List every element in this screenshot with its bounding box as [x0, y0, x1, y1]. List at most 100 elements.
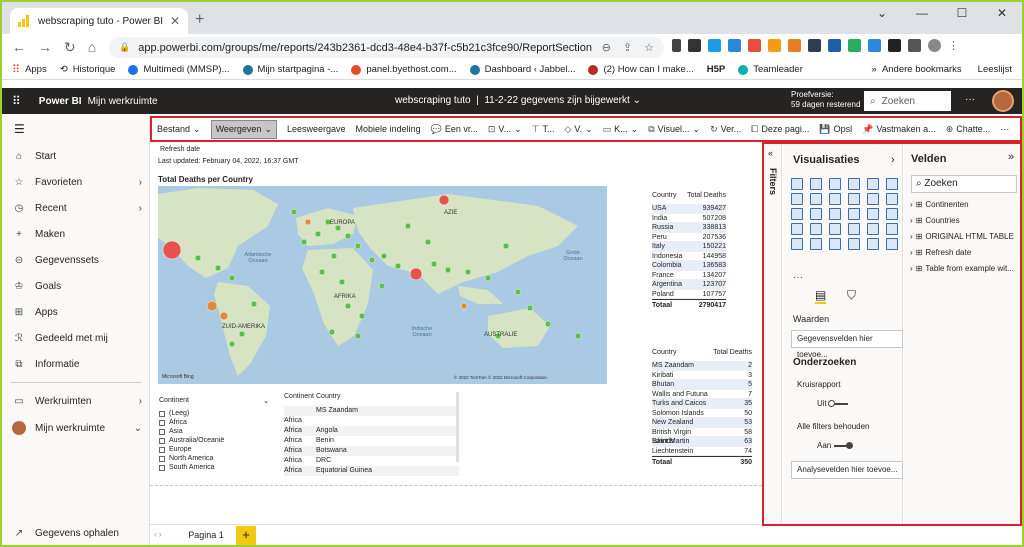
format-paintbrush-icon[interactable]: ⛉	[847, 288, 856, 303]
ext-icon[interactable]	[728, 39, 741, 52]
nav-item-maken[interactable]: + Maken	[12, 229, 142, 240]
table-row[interactable]: Saint Martin 63	[652, 437, 752, 447]
new-tab-icon[interactable]: +	[195, 11, 204, 29]
map-bubble[interactable]	[378, 282, 386, 290]
map-bubble[interactable]	[304, 218, 312, 226]
table-row[interactable]: Africa Angola	[284, 426, 459, 436]
map-bubble[interactable]	[338, 278, 346, 286]
checkbox[interactable]	[159, 419, 165, 426]
collapse-icon[interactable]: «	[768, 148, 773, 158]
more-visuals-icon[interactable]: ···	[793, 272, 803, 283]
map-bubble[interactable]	[300, 238, 308, 246]
table-row[interactable]: MS Zaandam 2	[652, 361, 752, 371]
map-bubble[interactable]	[162, 240, 182, 260]
visual-type-icon[interactable]	[886, 193, 898, 205]
least-deaths-table[interactable]: Country Total Deaths MS Zaandam 2 Kiribati 3…	[652, 345, 752, 468]
visual-type-icon[interactable]	[791, 223, 803, 235]
table-row[interactable]: Colombia 136583	[652, 261, 726, 271]
column-header[interactable]: Total Deaths	[712, 345, 752, 361]
map-bubble[interactable]	[214, 264, 222, 272]
visual-type-icon[interactable]	[867, 238, 879, 250]
map-bubble[interactable]	[290, 208, 298, 216]
bookmark-item[interactable]: Multimedi (MMSP)...	[128, 64, 230, 75]
avatar[interactable]	[992, 90, 1014, 112]
checkbox[interactable]	[159, 455, 165, 462]
reading-list[interactable]: Leeslijst	[978, 64, 1012, 75]
map-bubble[interactable]	[238, 330, 246, 338]
get-data-button[interactable]: ↗ Gegevens ophalen	[12, 528, 142, 539]
map-bubble[interactable]	[358, 312, 366, 320]
map-bubble[interactable]	[354, 242, 362, 250]
chat-button[interactable]: ⊕ Chatte...	[946, 124, 991, 135]
more-options-icon[interactable]: ···	[1000, 124, 1009, 134]
page-nav-arrows-icon[interactable]: ‹ ›	[154, 530, 162, 539]
cross-report-toggle[interactable]: Uit	[817, 399, 848, 408]
bookmark-item[interactable]: Teamleader	[738, 64, 803, 75]
bookmark-item[interactable]: Mijn startpagina -...	[242, 64, 338, 75]
nav-item-apps[interactable]: ⊞ Apps	[12, 307, 142, 318]
map-bubble[interactable]	[430, 260, 438, 268]
puzzle-icon[interactable]	[908, 39, 921, 52]
table-row[interactable]: Peru 207536	[652, 233, 726, 242]
table-row[interactable]: Bhutan 5	[652, 380, 752, 390]
shapes-button[interactable]: ◇ V. ⌄	[564, 124, 592, 135]
mobile-layout-button[interactable]: Mobiele indeling	[356, 124, 421, 134]
map-bubble[interactable]	[460, 302, 468, 310]
checkbox[interactable]	[159, 446, 165, 453]
map-bubble[interactable]	[228, 340, 236, 348]
map-bubble[interactable]	[318, 268, 326, 276]
slicer-option[interactable]: Europe	[159, 445, 269, 454]
visual-type-icon[interactable]	[810, 208, 822, 220]
ext-icon[interactable]	[788, 39, 801, 52]
visual-type-icon[interactable]	[867, 193, 879, 205]
visual-type-icon[interactable]	[848, 238, 860, 250]
map-bubble[interactable]	[328, 328, 336, 336]
minimize-icon[interactable]: —	[902, 2, 942, 28]
forward-icon[interactable]: →	[38, 39, 52, 56]
chevron-down-icon[interactable]: ⌄	[862, 2, 902, 28]
visual-type-icon[interactable]	[791, 238, 803, 250]
home-icon[interactable]: ⌂	[88, 39, 96, 56]
keep-filters-toggle[interactable]: Aan	[817, 441, 854, 450]
checkbox[interactable]	[159, 410, 165, 417]
table-row[interactable]: Argentina 123707	[652, 280, 726, 290]
map-visual[interactable]: EUROPA AZIE Atlantische Oceaan AFRIKA ZU…	[158, 186, 607, 384]
table-row[interactable]: Liechtenstein 74	[652, 447, 752, 456]
table-row[interactable]: Africa Equatorial Guinea	[284, 466, 459, 476]
qa-button[interactable]: 💬 Een vr...	[431, 124, 478, 135]
table-row[interactable]: Solomon Islands 50	[652, 409, 752, 418]
chevron-down-icon[interactable]: ⌄	[263, 397, 269, 405]
visual-type-icon[interactable]	[867, 178, 879, 190]
menu-dots-icon[interactable]: ⋮	[948, 39, 961, 52]
avatar[interactable]	[928, 39, 941, 52]
ext-icon[interactable]	[868, 39, 881, 52]
visual-type-icon[interactable]	[810, 238, 822, 250]
close-tab-icon[interactable]: ✕	[170, 14, 180, 28]
visual-type-icon[interactable]	[829, 208, 841, 220]
column-header[interactable]: Total Deaths	[684, 188, 726, 204]
visual-interactions-button[interactable]: ⧉ Visuel... ⌄	[648, 124, 700, 135]
map-bubble[interactable]	[574, 332, 582, 340]
app-launcher-icon[interactable]: ⠿	[12, 94, 21, 108]
slicer-option[interactable]: Australia/Oceanië	[159, 436, 269, 445]
map-bubble[interactable]	[344, 302, 352, 310]
reading-view-button[interactable]: Leesweergave	[287, 124, 346, 134]
visual-type-icon[interactable]	[867, 223, 879, 235]
table-row[interactable]: Africa DRC	[284, 456, 459, 466]
map-bubble[interactable]	[330, 252, 338, 260]
bookmark-item[interactable]: ⟲ Historique	[60, 64, 116, 75]
nav-item-start[interactable]: ⌂ Start	[12, 151, 142, 162]
field-table-item[interactable]: › ⊞ ORIGINAL HTML TABLE	[910, 232, 1014, 241]
url-field[interactable]: 🔒 app.powerbi.com/groups/me/reports/243b…	[109, 37, 664, 58]
bookmark-apps[interactable]: ⠿ Apps	[12, 63, 47, 76]
visual-type-icon[interactable]	[791, 178, 803, 190]
map-bubble[interactable]	[514, 288, 522, 296]
ext-icon[interactable]	[708, 39, 721, 52]
slicer-option[interactable]: North America	[159, 454, 269, 463]
map-bubble[interactable]	[219, 311, 229, 321]
save-button[interactable]: 💾 Opsl	[819, 124, 852, 135]
browser-tab[interactable]: webscraping tuto - Power BI ✕	[10, 8, 188, 34]
map-bubble[interactable]	[314, 230, 322, 238]
column-header[interactable]: Country	[652, 188, 684, 204]
visual-button[interactable]: ⊡ V... ⌄	[488, 124, 522, 135]
